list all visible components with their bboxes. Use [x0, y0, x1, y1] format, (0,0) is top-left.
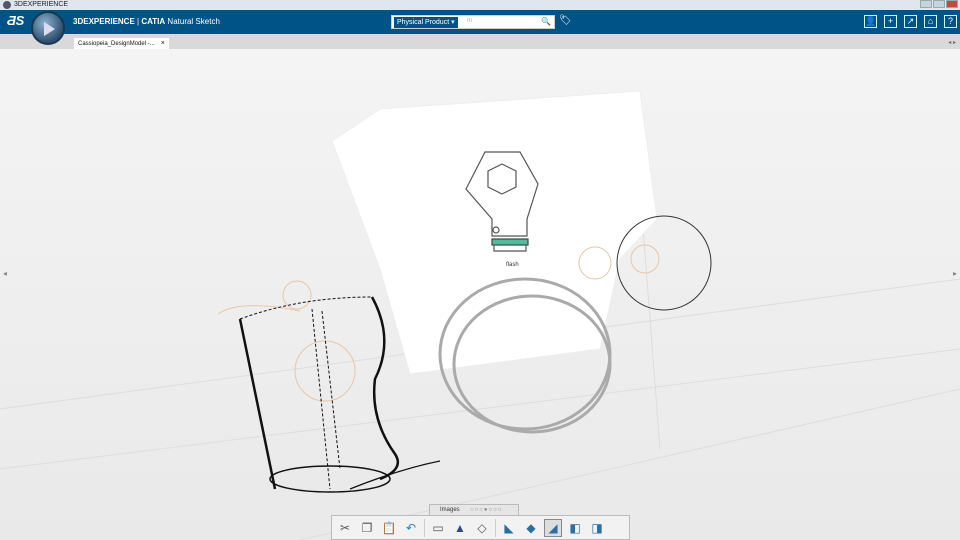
copy-icon[interactable]: ❐: [358, 519, 376, 537]
maximize-button[interactable]: [933, 0, 945, 8]
new-sheet-icon[interactable]: ▭: [429, 519, 447, 537]
app-title: 3DEXPERIENCE | CATIA Natural Sketch: [73, 17, 220, 26]
images-label: Images: [440, 507, 460, 513]
close-button[interactable]: [946, 0, 958, 8]
app-name: Natural Sketch: [167, 17, 220, 26]
tab-cassiopeia[interactable]: Cassiopeia_DesignModel -... ×: [74, 38, 169, 49]
search-box[interactable]: Physical Product ▾ In 🔍: [391, 15, 555, 29]
left-panel-arrow-icon[interactable]: ◂: [3, 269, 7, 278]
3d-viewport[interactable]: flash ◂ ▸: [0, 49, 960, 540]
tab-strip: Cassiopeia_DesignModel -... × ◂ ▸: [0, 34, 960, 49]
ds-logo-icon[interactable]: ƋS: [7, 13, 24, 28]
search-icon[interactable]: 🔍: [541, 17, 551, 26]
images-bar[interactable]: Images ○○○●○○○: [429, 504, 519, 515]
brand: 3DEXPERIENCE: [73, 17, 135, 26]
right-panel-arrow-icon[interactable]: ▸: [953, 269, 957, 278]
tab-label: Cassiopeia_DesignModel -...: [78, 41, 155, 47]
stage-4-icon[interactable]: ◧: [566, 519, 584, 537]
divider: [424, 518, 425, 537]
scope-label: Physical Product: [397, 19, 450, 26]
plus-icon[interactable]: +: [884, 15, 897, 28]
tab-close-icon[interactable]: ×: [161, 40, 165, 47]
search-scope-dropdown[interactable]: Physical Product ▾: [394, 17, 458, 28]
ink-icon[interactable]: ▲: [451, 519, 469, 537]
stage-3-icon[interactable]: ◢: [544, 518, 562, 537]
window-title: 3DEXPERIENCE: [14, 1, 69, 8]
sketch-scene: [0, 90, 960, 540]
divider: [495, 518, 496, 537]
paste-icon[interactable]: 📋: [380, 519, 398, 537]
tab-nav-arrows[interactable]: ◂ ▸: [948, 39, 956, 46]
product: CATIA: [141, 17, 166, 26]
app-bar: ƋS 3DEXPERIENCE | CATIA Natural Sketch P…: [0, 10, 960, 34]
page-dots[interactable]: ○○○●○○○: [470, 505, 502, 515]
help-icon[interactable]: ?: [944, 15, 957, 28]
sketch-label: flash: [506, 262, 519, 268]
share-icon[interactable]: ↗: [904, 15, 917, 28]
lasso-icon[interactable]: ◇: [473, 519, 491, 537]
window-titlebar: 3DEXPERIENCE: [0, 0, 960, 10]
home-icon[interactable]: ⌂: [924, 15, 937, 28]
stage-5-icon[interactable]: ◨: [588, 519, 606, 537]
stage-1-icon[interactable]: ◣: [500, 519, 518, 537]
app-icon: [3, 1, 11, 9]
undo-icon[interactable]: ↶: [402, 519, 420, 537]
minimize-button[interactable]: [920, 0, 932, 8]
user-icon[interactable]: 👤: [864, 15, 877, 28]
cut-icon[interactable]: ✂: [336, 519, 354, 537]
compass-icon[interactable]: [31, 11, 65, 45]
tag-icon[interactable]: 🏷: [559, 15, 572, 26]
action-toolbar: ✂ ❐ 📋 ↶ ▭ ▲ ◇ ◣ ◆ ◢ ◧ ◨: [331, 515, 630, 540]
search-input[interactable]: In: [467, 18, 472, 24]
stage-2-icon[interactable]: ◆: [522, 519, 540, 537]
